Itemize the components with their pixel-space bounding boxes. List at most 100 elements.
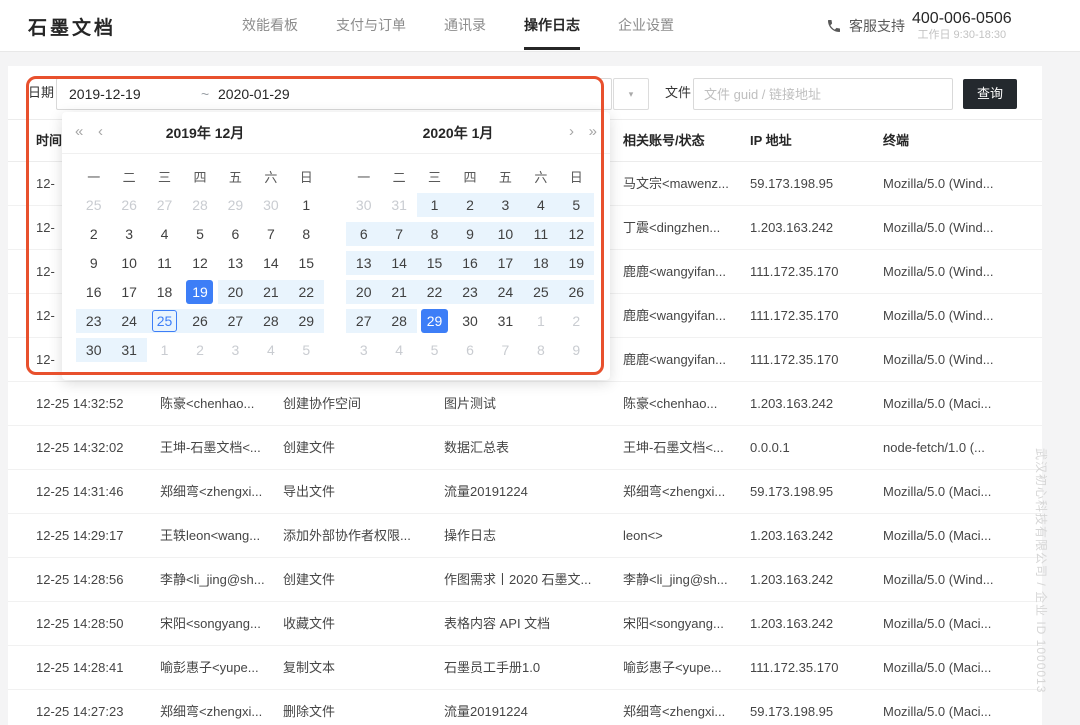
calendar-day[interactable]: 25 — [523, 277, 558, 306]
calendar-day[interactable]: 1 — [417, 190, 452, 219]
date-range-picker-popup: « ‹ 2019年 12月 2020年 1月 › » 一二三四五六日252627… — [62, 112, 610, 380]
query-button[interactable]: 查询 — [963, 79, 1017, 109]
next-month-icon[interactable]: › — [569, 112, 574, 154]
calendar-day[interactable]: 9 — [76, 248, 111, 277]
calendar-day[interactable]: 5 — [559, 190, 594, 219]
calendar-day[interactable]: 19 — [559, 248, 594, 277]
calendar-day[interactable]: 12 — [182, 248, 217, 277]
calendar-day[interactable]: 7 — [488, 335, 523, 364]
calendar-day[interactable]: 3 — [346, 335, 381, 364]
date-range-input[interactable]: 2019-12-19 ~ 2020-01-29 — [56, 78, 612, 110]
calendar-day[interactable]: 27 — [218, 306, 253, 335]
calendar-day[interactable]: 29 — [218, 190, 253, 219]
calendar-day[interactable]: 3 — [488, 190, 523, 219]
calendar-day[interactable]: 17 — [488, 248, 523, 277]
calendar-day[interactable]: 29 — [289, 306, 324, 335]
calendar-day[interactable]: 22 — [417, 277, 452, 306]
calendar-day[interactable]: 8 — [417, 219, 452, 248]
calendar-day[interactable]: 29 — [417, 306, 452, 335]
calendar-day[interactable]: 24 — [488, 277, 523, 306]
tab-performance-board[interactable]: 效能看板 — [242, 0, 298, 52]
calendar-day[interactable]: 3 — [111, 219, 146, 248]
calendar-day[interactable]: 30 — [452, 306, 487, 335]
calendar-day[interactable]: 9 — [559, 335, 594, 364]
calendar-day[interactable]: 3 — [218, 335, 253, 364]
calendar-day[interactable]: 13 — [218, 248, 253, 277]
calendar-day[interactable]: 21 — [381, 277, 416, 306]
calendar-day[interactable]: 2 — [182, 335, 217, 364]
calendar-day[interactable]: 6 — [452, 335, 487, 364]
calendar-day[interactable]: 16 — [452, 248, 487, 277]
calendar-day[interactable]: 24 — [111, 306, 146, 335]
calendar-day[interactable]: 8 — [523, 335, 558, 364]
date-end-value[interactable]: 2020-01-29 — [218, 79, 290, 109]
calendar-day[interactable]: 13 — [346, 248, 381, 277]
next-year-icon[interactable]: » — [589, 112, 597, 154]
calendar-day[interactable]: 6 — [218, 219, 253, 248]
calendar-day[interactable]: 23 — [452, 277, 487, 306]
calendar-day[interactable]: 15 — [417, 248, 452, 277]
calendar-day[interactable]: 20 — [218, 277, 253, 306]
cell-time: 12-25 14:28:41 — [36, 646, 123, 690]
calendar-day[interactable]: 28 — [381, 306, 416, 335]
calendar-day[interactable]: 23 — [76, 306, 111, 335]
calendar-day[interactable]: 4 — [523, 190, 558, 219]
calendar-day[interactable]: 14 — [253, 248, 288, 277]
calendar-day[interactable]: 31 — [488, 306, 523, 335]
calendar-day[interactable]: 10 — [488, 219, 523, 248]
calendar-day[interactable]: 16 — [76, 277, 111, 306]
tab-operation-log[interactable]: 操作日志 — [524, 0, 580, 52]
calendar-day[interactable]: 20 — [346, 277, 381, 306]
calendar-day[interactable]: 30 — [346, 190, 381, 219]
calendar-day[interactable]: 26 — [559, 277, 594, 306]
calendar-day[interactable]: 26 — [182, 306, 217, 335]
calendar-day[interactable]: 10 — [111, 248, 146, 277]
calendar-day[interactable]: 28 — [253, 306, 288, 335]
calendar-day[interactable]: 31 — [111, 335, 146, 364]
calendar-day[interactable]: 7 — [381, 219, 416, 248]
file-guid-input[interactable] — [693, 78, 953, 110]
calendar-day[interactable]: 31 — [381, 190, 416, 219]
calendar-day[interactable]: 7 — [253, 219, 288, 248]
calendar-day[interactable]: 2 — [559, 306, 594, 335]
calendar-day[interactable]: 8 — [289, 219, 324, 248]
calendar-day[interactable]: 27 — [346, 306, 381, 335]
calendar-day[interactable]: 25 — [147, 306, 182, 335]
calendar-day[interactable]: 9 — [452, 219, 487, 248]
calendar-day[interactable]: 27 — [147, 190, 182, 219]
tab-enterprise-settings[interactable]: 企业设置 — [618, 0, 674, 52]
calendar-day[interactable]: 18 — [523, 248, 558, 277]
calendar-day[interactable]: 2 — [76, 219, 111, 248]
calendar-day[interactable]: 15 — [289, 248, 324, 277]
tab-payments-orders[interactable]: 支付与订单 — [336, 0, 406, 52]
calendar-day[interactable]: 17 — [111, 277, 146, 306]
tab-contacts[interactable]: 通讯录 — [444, 0, 486, 52]
calendar-day[interactable]: 26 — [111, 190, 146, 219]
calendar-day[interactable]: 11 — [147, 248, 182, 277]
calendar-day[interactable]: 21 — [253, 277, 288, 306]
calendar-day[interactable]: 30 — [76, 335, 111, 364]
calendar-day[interactable]: 19 — [182, 277, 217, 306]
calendar-day[interactable]: 30 — [253, 190, 288, 219]
calendar-day[interactable]: 1 — [289, 190, 324, 219]
calendar-day[interactable]: 22 — [289, 277, 324, 306]
calendar-day[interactable]: 2 — [452, 190, 487, 219]
calendar-day[interactable]: 28 — [182, 190, 217, 219]
calendar-day[interactable]: 4 — [253, 335, 288, 364]
date-start-value[interactable]: 2019-12-19 — [69, 79, 141, 109]
calendar-day[interactable]: 1 — [147, 335, 182, 364]
calendar-day[interactable]: 5 — [182, 219, 217, 248]
calendar-day[interactable]: 18 — [147, 277, 182, 306]
calendar-day[interactable]: 6 — [346, 219, 381, 248]
calendar-day[interactable]: 25 — [76, 190, 111, 219]
date-preset-dropdown[interactable]: ▾ — [613, 78, 649, 110]
calendar-day[interactable]: 1 — [523, 306, 558, 335]
calendar-day[interactable]: 5 — [289, 335, 324, 364]
calendar-day[interactable]: 14 — [381, 248, 416, 277]
calendar-day[interactable]: 11 — [523, 219, 558, 248]
calendar-day[interactable]: 4 — [381, 335, 416, 364]
calendar-day[interactable]: 12 — [559, 219, 594, 248]
cell-ip: 111.172.35.170 — [750, 338, 838, 382]
calendar-day[interactable]: 4 — [147, 219, 182, 248]
calendar-day[interactable]: 5 — [417, 335, 452, 364]
